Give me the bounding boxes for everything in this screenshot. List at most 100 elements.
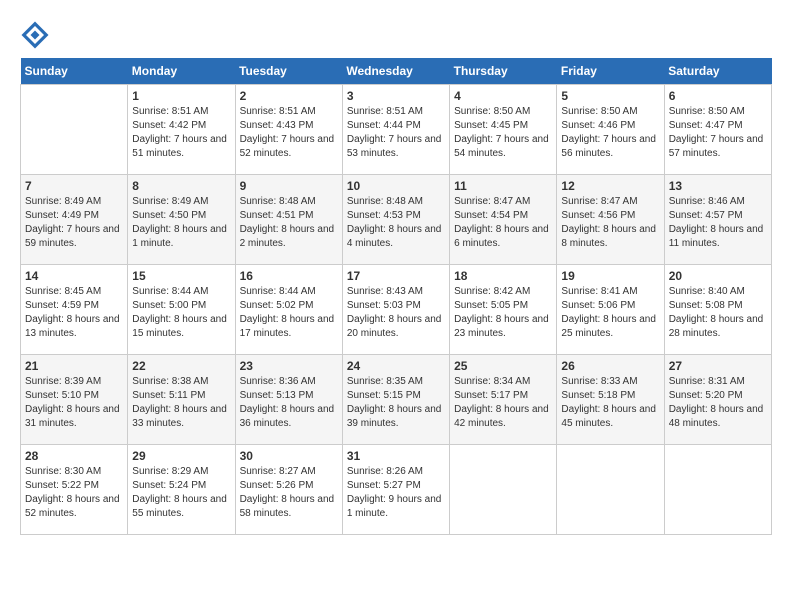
calendar-cell: 12 Sunrise: 8:47 AMSunset: 4:56 PMDaylig… [557,175,664,265]
day-number: 3 [347,89,445,103]
day-number: 4 [454,89,552,103]
day-detail: Sunrise: 8:42 AMSunset: 5:05 PMDaylight:… [454,286,549,339]
page-header [20,20,772,50]
day-detail: Sunrise: 8:49 AMSunset: 4:50 PMDaylight:… [132,196,227,249]
day-detail: Sunrise: 8:47 AMSunset: 4:56 PMDaylight:… [561,196,656,249]
calendar-cell: 29 Sunrise: 8:29 AMSunset: 5:24 PMDaylig… [128,445,235,535]
week-row-1: 7 Sunrise: 8:49 AMSunset: 4:49 PMDayligh… [21,175,772,265]
day-detail: Sunrise: 8:49 AMSunset: 4:49 PMDaylight:… [25,196,120,249]
logo [20,20,54,50]
day-detail: Sunrise: 8:29 AMSunset: 5:24 PMDaylight:… [132,466,227,519]
day-number: 27 [669,359,767,373]
day-number: 21 [25,359,123,373]
day-number: 10 [347,179,445,193]
calendar-cell: 23 Sunrise: 8:36 AMSunset: 5:13 PMDaylig… [235,355,342,445]
day-detail: Sunrise: 8:35 AMSunset: 5:15 PMDaylight:… [347,376,442,429]
calendar-cell: 15 Sunrise: 8:44 AMSunset: 5:00 PMDaylig… [128,265,235,355]
day-number: 19 [561,269,659,283]
day-detail: Sunrise: 8:43 AMSunset: 5:03 PMDaylight:… [347,286,442,339]
week-row-0: 1 Sunrise: 8:51 AMSunset: 4:42 PMDayligh… [21,85,772,175]
calendar-cell: 4 Sunrise: 8:50 AMSunset: 4:45 PMDayligh… [450,85,557,175]
day-detail: Sunrise: 8:39 AMSunset: 5:10 PMDaylight:… [25,376,120,429]
calendar-cell: 10 Sunrise: 8:48 AMSunset: 4:53 PMDaylig… [342,175,449,265]
calendar-cell [450,445,557,535]
calendar-header: SundayMondayTuesdayWednesdayThursdayFrid… [21,58,772,85]
header-thursday: Thursday [450,58,557,85]
calendar-cell: 25 Sunrise: 8:34 AMSunset: 5:17 PMDaylig… [450,355,557,445]
day-detail: Sunrise: 8:48 AMSunset: 4:53 PMDaylight:… [347,196,442,249]
day-detail: Sunrise: 8:48 AMSunset: 4:51 PMDaylight:… [240,196,335,249]
day-detail: Sunrise: 8:51 AMSunset: 4:42 PMDaylight:… [132,106,227,159]
calendar-cell: 5 Sunrise: 8:50 AMSunset: 4:46 PMDayligh… [557,85,664,175]
day-detail: Sunrise: 8:44 AMSunset: 5:02 PMDaylight:… [240,286,335,339]
day-number: 11 [454,179,552,193]
day-number: 16 [240,269,338,283]
day-detail: Sunrise: 8:36 AMSunset: 5:13 PMDaylight:… [240,376,335,429]
calendar-cell: 17 Sunrise: 8:43 AMSunset: 5:03 PMDaylig… [342,265,449,355]
calendar-table: SundayMondayTuesdayWednesdayThursdayFrid… [20,58,772,535]
day-number: 6 [669,89,767,103]
day-detail: Sunrise: 8:47 AMSunset: 4:54 PMDaylight:… [454,196,549,249]
day-detail: Sunrise: 8:46 AMSunset: 4:57 PMDaylight:… [669,196,764,249]
calendar-cell: 26 Sunrise: 8:33 AMSunset: 5:18 PMDaylig… [557,355,664,445]
day-detail: Sunrise: 8:50 AMSunset: 4:46 PMDaylight:… [561,106,656,159]
header-monday: Monday [128,58,235,85]
calendar-cell: 2 Sunrise: 8:51 AMSunset: 4:43 PMDayligh… [235,85,342,175]
day-number: 15 [132,269,230,283]
calendar-cell: 30 Sunrise: 8:27 AMSunset: 5:26 PMDaylig… [235,445,342,535]
logo-icon [20,20,50,50]
day-detail: Sunrise: 8:45 AMSunset: 4:59 PMDaylight:… [25,286,120,339]
day-number: 7 [25,179,123,193]
day-number: 12 [561,179,659,193]
day-detail: Sunrise: 8:50 AMSunset: 4:47 PMDaylight:… [669,106,764,159]
day-number: 17 [347,269,445,283]
day-number: 25 [454,359,552,373]
calendar-cell: 6 Sunrise: 8:50 AMSunset: 4:47 PMDayligh… [664,85,771,175]
calendar-cell: 3 Sunrise: 8:51 AMSunset: 4:44 PMDayligh… [342,85,449,175]
day-detail: Sunrise: 8:38 AMSunset: 5:11 PMDaylight:… [132,376,227,429]
day-number: 20 [669,269,767,283]
calendar-cell [557,445,664,535]
day-detail: Sunrise: 8:51 AMSunset: 4:44 PMDaylight:… [347,106,442,159]
calendar-cell [664,445,771,535]
calendar-body: 1 Sunrise: 8:51 AMSunset: 4:42 PMDayligh… [21,85,772,535]
day-number: 9 [240,179,338,193]
calendar-cell: 11 Sunrise: 8:47 AMSunset: 4:54 PMDaylig… [450,175,557,265]
day-number: 24 [347,359,445,373]
header-friday: Friday [557,58,664,85]
calendar-cell: 18 Sunrise: 8:42 AMSunset: 5:05 PMDaylig… [450,265,557,355]
week-row-3: 21 Sunrise: 8:39 AMSunset: 5:10 PMDaylig… [21,355,772,445]
calendar-cell: 9 Sunrise: 8:48 AMSunset: 4:51 PMDayligh… [235,175,342,265]
calendar-cell: 28 Sunrise: 8:30 AMSunset: 5:22 PMDaylig… [21,445,128,535]
day-detail: Sunrise: 8:33 AMSunset: 5:18 PMDaylight:… [561,376,656,429]
day-detail: Sunrise: 8:50 AMSunset: 4:45 PMDaylight:… [454,106,549,159]
day-number: 26 [561,359,659,373]
day-number: 28 [25,449,123,463]
day-number: 18 [454,269,552,283]
day-number: 30 [240,449,338,463]
calendar-cell: 8 Sunrise: 8:49 AMSunset: 4:50 PMDayligh… [128,175,235,265]
calendar-cell: 24 Sunrise: 8:35 AMSunset: 5:15 PMDaylig… [342,355,449,445]
day-number: 5 [561,89,659,103]
calendar-cell: 21 Sunrise: 8:39 AMSunset: 5:10 PMDaylig… [21,355,128,445]
header-tuesday: Tuesday [235,58,342,85]
day-number: 8 [132,179,230,193]
day-number: 2 [240,89,338,103]
day-detail: Sunrise: 8:44 AMSunset: 5:00 PMDaylight:… [132,286,227,339]
header-sunday: Sunday [21,58,128,85]
calendar-cell: 19 Sunrise: 8:41 AMSunset: 5:06 PMDaylig… [557,265,664,355]
day-detail: Sunrise: 8:40 AMSunset: 5:08 PMDaylight:… [669,286,764,339]
day-detail: Sunrise: 8:27 AMSunset: 5:26 PMDaylight:… [240,466,335,519]
week-row-4: 28 Sunrise: 8:30 AMSunset: 5:22 PMDaylig… [21,445,772,535]
day-number: 29 [132,449,230,463]
day-detail: Sunrise: 8:34 AMSunset: 5:17 PMDaylight:… [454,376,549,429]
day-number: 1 [132,89,230,103]
calendar-cell: 1 Sunrise: 8:51 AMSunset: 4:42 PMDayligh… [128,85,235,175]
day-detail: Sunrise: 8:31 AMSunset: 5:20 PMDaylight:… [669,376,764,429]
calendar-cell: 13 Sunrise: 8:46 AMSunset: 4:57 PMDaylig… [664,175,771,265]
day-detail: Sunrise: 8:26 AMSunset: 5:27 PMDaylight:… [347,466,442,519]
calendar-cell: 7 Sunrise: 8:49 AMSunset: 4:49 PMDayligh… [21,175,128,265]
calendar-cell [21,85,128,175]
calendar-cell: 20 Sunrise: 8:40 AMSunset: 5:08 PMDaylig… [664,265,771,355]
calendar-cell: 31 Sunrise: 8:26 AMSunset: 5:27 PMDaylig… [342,445,449,535]
